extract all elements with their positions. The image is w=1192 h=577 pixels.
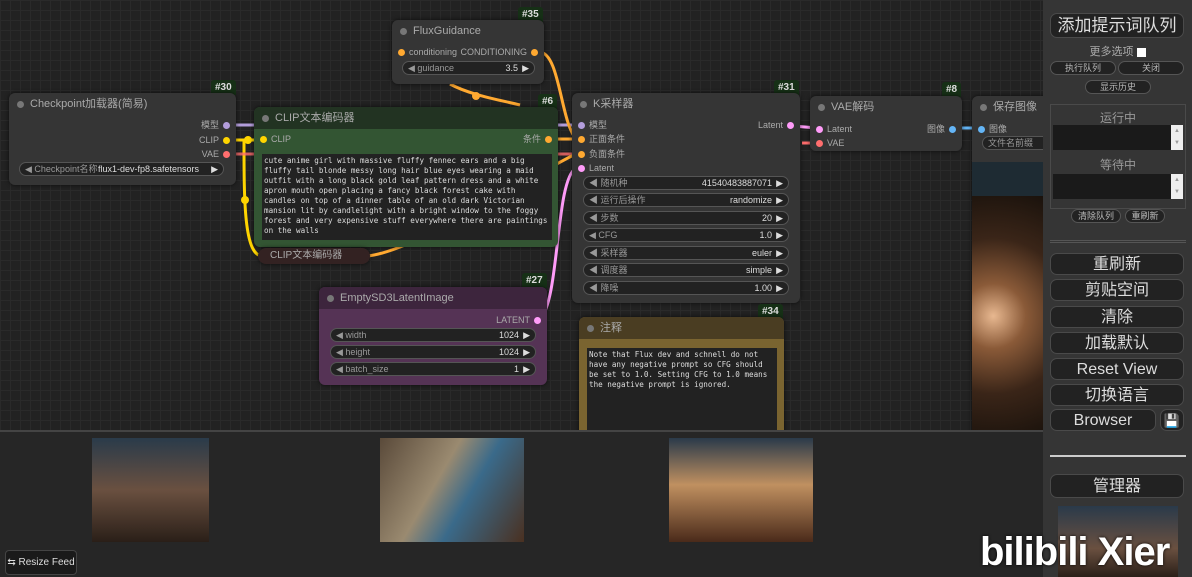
node-title: 注释 [579, 317, 784, 339]
clipspace-button[interactable]: 剪贴空间 [1050, 279, 1184, 301]
show-history-button[interactable]: 显示历史 [1085, 80, 1151, 94]
node-id-badge: #27 [522, 273, 547, 288]
image-preview-bg [972, 162, 1043, 196]
input-negative[interactable]: 负面条件 [574, 148, 625, 160]
input-latent[interactable]: Latent [574, 162, 614, 174]
scrollbar[interactable]: ▲ ▼ [1171, 174, 1183, 199]
refresh-button[interactable]: 重刷新 [1050, 253, 1184, 275]
input-conditioning[interactable]: conditioning [394, 46, 457, 58]
resize-feed-button[interactable]: ⇆ Resize Feed [5, 550, 77, 575]
output-conditioning[interactable]: CONDITIONING [461, 46, 543, 58]
prompt-textarea[interactable]: cute anime girl with massive fluffy fenn… [262, 154, 552, 240]
node-id-badge: #8 [942, 82, 962, 97]
running-list[interactable]: ▲ ▼ [1053, 125, 1183, 150]
cfg-widget[interactable]: ◀ CFG 1.0 ▶ [583, 228, 789, 242]
note-textarea[interactable]: Note that Flux dev and schnell do not ha… [587, 348, 777, 430]
output-model[interactable]: 模型 [201, 119, 234, 131]
width-widget[interactable]: ◀ width 1024 ▶ [330, 328, 536, 342]
checkpoint-loader-node[interactable]: Checkpoint加载器(简易) 模型 CLIP VAE ◀ Checkpoi… [9, 93, 236, 185]
close-button[interactable]: 关闭 [1118, 61, 1184, 75]
checkpoint-name-widget[interactable]: ◀ Checkpoint名称 flux1-dev-fp8.safetensors ▶ [19, 162, 224, 176]
node-canvas[interactable]: #35 FluxGuidance conditioning CONDITIONI… [0, 0, 1043, 430]
pending-list[interactable]: ▲ ▼ [1053, 174, 1183, 199]
clip-text-encoder-node[interactable]: CLIP文本编码器 CLIP 条件 cute anime girl with m… [254, 107, 558, 247]
feed-image[interactable] [669, 438, 813, 542]
divider [1050, 455, 1186, 457]
guidance-widget[interactable]: ◀ guidance 3.5 ▶ [402, 61, 535, 75]
output-conditioning[interactable]: 条件 [523, 133, 556, 145]
link-cond [449, 82, 521, 107]
refresh-queue-button[interactable]: 重刷新 [1125, 209, 1165, 223]
queue-box: 运行中 ▲ ▼ 等待中 ▲ ▼ [1050, 104, 1186, 209]
save-floppy-icon[interactable]: 💾 [1160, 409, 1184, 431]
input-positive[interactable]: 正面条件 [574, 133, 625, 145]
feed-image[interactable] [380, 438, 524, 542]
filename-prefix-widget[interactable]: 文件名前缀 [982, 136, 1043, 150]
height-widget[interactable]: ◀ height 1024 ▶ [330, 345, 536, 359]
output-latent[interactable]: Latent [758, 119, 798, 131]
node-title: CLIP文本编码器 [270, 250, 343, 261]
vae-decode-node[interactable]: VAE解码 Latent VAE 图像 [810, 96, 962, 151]
node-title: 保存图像 [972, 96, 1043, 118]
input-latent[interactable]: Latent [812, 123, 852, 135]
input-clip[interactable]: CLIP [256, 133, 291, 145]
divider [1050, 240, 1186, 243]
save-image-node[interactable]: 保存图像 图像 文件名前缀 [972, 96, 1043, 430]
input-vae[interactable]: VAE [812, 137, 844, 149]
switch-language-button[interactable]: 切换语言 [1050, 384, 1184, 406]
browser-button[interactable]: Browser [1050, 409, 1156, 431]
more-options-toggle[interactable]: 更多选项 [1043, 43, 1192, 59]
image-feed: ⇆ Resize Feed [0, 430, 1043, 577]
reset-view-button[interactable]: Reset View [1050, 358, 1184, 380]
empty-latent-node[interactable]: EmptySD3LatentImage LATENT ◀ width 1024 ▶ … [319, 287, 547, 385]
steps-widget[interactable]: ◀ 步数 20 ▶ [583, 211, 789, 225]
input-image[interactable]: 图像 [974, 123, 1007, 135]
flux-guidance-node[interactable]: FluxGuidance conditioning CONDITIONING ◀… [392, 20, 544, 84]
node-title: CLIP文本编码器 [254, 107, 558, 129]
more-options-checkbox[interactable] [1136, 47, 1146, 57]
output-vae[interactable]: VAE [202, 148, 234, 160]
scheduler-widget[interactable]: ◀ 调度器 simple ▶ [583, 263, 789, 277]
denoise-widget[interactable]: ◀ 降噪 1.00 ▶ [583, 281, 789, 295]
node-title: FluxGuidance [392, 20, 544, 42]
note-node[interactable]: 注释 Note that Flux dev and schnell do not… [579, 317, 784, 430]
image-preview [972, 196, 1043, 430]
exec-queue-button[interactable]: 执行队列 [1050, 61, 1116, 75]
manager-button[interactable]: 管理器 [1050, 474, 1184, 498]
clear-queue-button[interactable]: 清除队列 [1071, 209, 1121, 223]
clip-text-encoder-collapsed-node[interactable]: CLIP文本编码器 [258, 248, 370, 264]
control-after-generate-widget[interactable]: ◀ 运行后操作 randomize ▶ [583, 193, 789, 207]
queue-prompt-button[interactable]: 添加提示词队列 [1050, 13, 1184, 38]
running-label: 运行中 [1099, 111, 1136, 125]
node-title: Checkpoint加载器(简易) [9, 93, 236, 115]
load-default-button[interactable]: 加载默认 [1050, 332, 1184, 354]
node-title: VAE解码 [810, 96, 962, 118]
pending-label: 等待中 [1099, 158, 1136, 172]
clear-button[interactable]: 清除 [1050, 306, 1184, 328]
batch-size-widget[interactable]: ◀ batch_size 1 ▶ [330, 362, 536, 376]
output-clip[interactable]: CLIP [199, 134, 234, 146]
seed-widget[interactable]: ◀ 随机种 41540483887071 ▶ [583, 176, 789, 190]
watermark: bilibili Xier [980, 530, 1170, 574]
queue-panel: 添加提示词队列 更多选项 执行队列 关闭 显示历史 运行中 ▲ ▼ 等待中 ▲ ▼ … [1043, 0, 1192, 577]
node-title: K采样器 [572, 93, 800, 115]
feed-image[interactable] [92, 438, 209, 542]
output-latent[interactable]: LATENT [496, 314, 545, 326]
input-model[interactable]: 模型 [574, 119, 607, 131]
scrollbar[interactable]: ▲ ▼ [1171, 125, 1183, 150]
ksampler-node[interactable]: K采样器 模型 正面条件 负面条件 Latent Latent ◀ 随机种 415… [572, 93, 800, 303]
output-image[interactable]: 图像 [927, 123, 960, 135]
node-title: EmptySD3LatentImage [319, 287, 547, 309]
sampler-widget[interactable]: ◀ 采样器 euler ▶ [583, 246, 789, 260]
